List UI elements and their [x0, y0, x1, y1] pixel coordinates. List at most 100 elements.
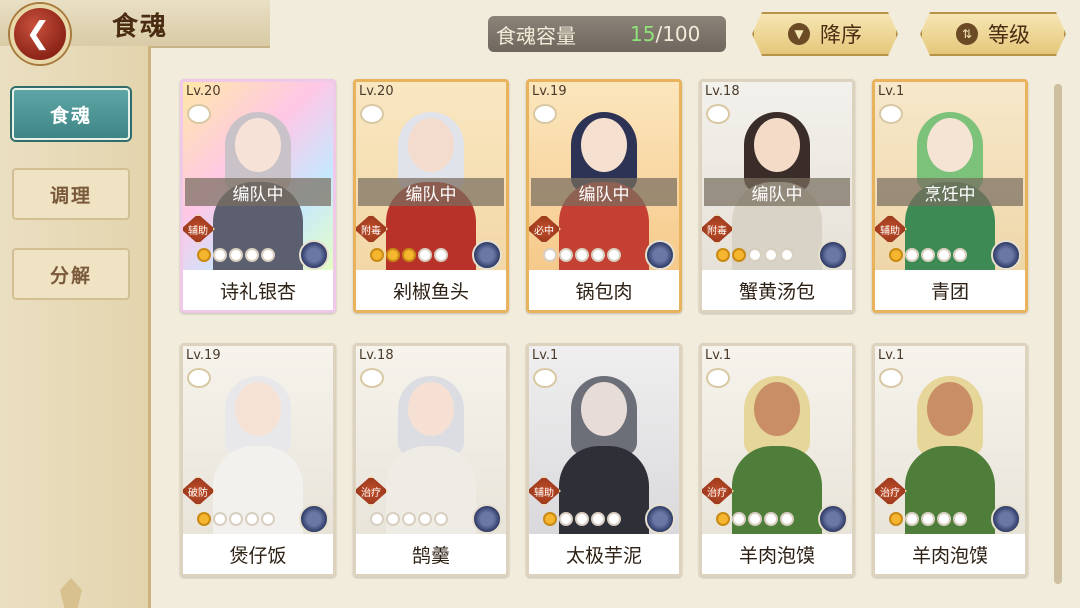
food-soul-card[interactable]: Lv.20 编队中 辅助 诗礼银杏 — [180, 79, 336, 313]
star-icon — [764, 512, 778, 526]
star-icon — [261, 512, 275, 526]
card-name: 太极芋泥 — [529, 534, 679, 574]
star-icon — [953, 248, 967, 262]
tab-label: 食魂 — [49, 104, 92, 127]
card-name: 羊肉泡馍 — [875, 534, 1025, 574]
star-icon — [197, 512, 211, 526]
sort-by-label: 等级 — [988, 23, 1030, 47]
star-icon — [197, 248, 211, 262]
star-icon — [591, 512, 605, 526]
food-soul-card[interactable]: Lv.20 编队中 附毒 剁椒鱼头 — [353, 79, 509, 313]
star-rating — [543, 248, 621, 262]
element-emblem-icon — [472, 504, 502, 534]
star-rating — [197, 248, 275, 262]
star-icon — [434, 512, 448, 526]
star-icon — [213, 512, 227, 526]
food-soul-card[interactable]: Lv.18 编队中 附毒 蟹黄汤包 — [699, 79, 855, 313]
star-icon — [543, 512, 557, 526]
status-banner: 编队中 — [531, 178, 677, 206]
star-icon — [937, 248, 951, 262]
rarity-badge-icon — [706, 368, 730, 388]
element-emblem-icon — [991, 240, 1021, 270]
star-icon — [229, 248, 243, 262]
status-banner: 烹饪中 — [877, 178, 1023, 206]
card-name: 蟹黄汤包 — [702, 270, 852, 310]
food-soul-card[interactable]: Lv.19 破防 煲仔饭 — [180, 343, 336, 577]
scroll-thumb[interactable] — [1054, 84, 1062, 584]
card-name: 青团 — [875, 270, 1025, 310]
star-rating — [889, 248, 967, 262]
status-banner: 编队中 — [704, 178, 850, 206]
star-icon — [386, 512, 400, 526]
tab-food-souls[interactable]: 食魂 — [12, 88, 130, 140]
level-label: Lv.1 — [705, 348, 732, 363]
star-icon — [716, 512, 730, 526]
star-icon — [245, 248, 259, 262]
capacity-current: 15 — [630, 22, 656, 46]
element-emblem-icon — [645, 240, 675, 270]
star-icon — [780, 512, 794, 526]
level-label: Lv.20 — [186, 84, 221, 99]
star-rating — [370, 248, 448, 262]
star-icon — [921, 512, 935, 526]
level-label: Lv.1 — [878, 84, 905, 99]
rarity-badge-icon — [187, 368, 211, 388]
scrollbar[interactable] — [1054, 84, 1062, 584]
card-name: 鹄羹 — [356, 534, 506, 574]
star-icon — [402, 248, 416, 262]
tab-conditioning[interactable]: 调理 — [12, 168, 130, 220]
star-icon — [245, 512, 259, 526]
food-soul-card[interactable]: Lv.1 辅助 太极芋泥 — [526, 343, 682, 577]
sort-order-label: 降序 — [820, 23, 862, 47]
card-name: 羊肉泡馍 — [702, 534, 852, 574]
rarity-badge-icon — [879, 368, 903, 388]
status-banner: 编队中 — [185, 178, 331, 206]
capacity-label: 食魂容量 — [496, 23, 576, 48]
tab-label: 分解 — [49, 264, 92, 287]
rarity-badge-icon — [533, 104, 557, 124]
star-icon — [591, 248, 605, 262]
level-label: Lv.1 — [532, 348, 559, 363]
star-icon — [732, 248, 746, 262]
food-soul-card[interactable]: Lv.18 治疗 鹄羹 — [353, 343, 509, 577]
star-icon — [370, 512, 384, 526]
sort-down-icon: ▼ — [788, 23, 810, 45]
level-label: Lv.18 — [705, 84, 740, 99]
rarity-badge-icon — [706, 104, 730, 124]
sort-order-button[interactable]: ▼ 降序 — [752, 12, 898, 56]
star-icon — [213, 248, 227, 262]
star-rating — [543, 512, 621, 526]
star-icon — [607, 248, 621, 262]
star-icon — [732, 512, 746, 526]
element-emblem-icon — [818, 240, 848, 270]
level-label: Lv.20 — [359, 84, 394, 99]
rarity-badge-icon — [360, 104, 384, 124]
star-icon — [575, 512, 589, 526]
star-rating — [716, 512, 794, 526]
back-button[interactable]: ❮ — [10, 4, 70, 64]
star-icon — [921, 248, 935, 262]
star-icon — [386, 248, 400, 262]
food-soul-card[interactable]: Lv.1 治疗 羊肉泡馍 — [699, 343, 855, 577]
star-icon — [575, 248, 589, 262]
star-icon — [370, 248, 384, 262]
food-soul-card[interactable]: Lv.1 烹饪中 辅助 青团 — [872, 79, 1028, 313]
star-icon — [953, 512, 967, 526]
star-icon — [716, 248, 730, 262]
star-rating — [889, 512, 967, 526]
food-soul-card[interactable]: Lv.19 编队中 必中 锅包肉 — [526, 79, 682, 313]
capacity-display: 食魂容量 15 /100 — [488, 16, 726, 52]
star-icon — [559, 512, 573, 526]
capacity-max: /100 — [655, 22, 701, 46]
star-icon — [780, 248, 794, 262]
sort-by-level-button[interactable]: ⇅ 等级 — [920, 12, 1066, 56]
star-rating — [370, 512, 448, 526]
element-emblem-icon — [299, 240, 329, 270]
food-soul-card[interactable]: Lv.1 治疗 羊肉泡馍 — [872, 343, 1028, 577]
rarity-badge-icon — [187, 104, 211, 124]
status-banner: 编队中 — [358, 178, 504, 206]
sort-toggle-icon: ⇅ — [956, 23, 978, 45]
star-icon — [261, 248, 275, 262]
tab-decompose[interactable]: 分解 — [12, 248, 130, 300]
element-emblem-icon — [645, 504, 675, 534]
